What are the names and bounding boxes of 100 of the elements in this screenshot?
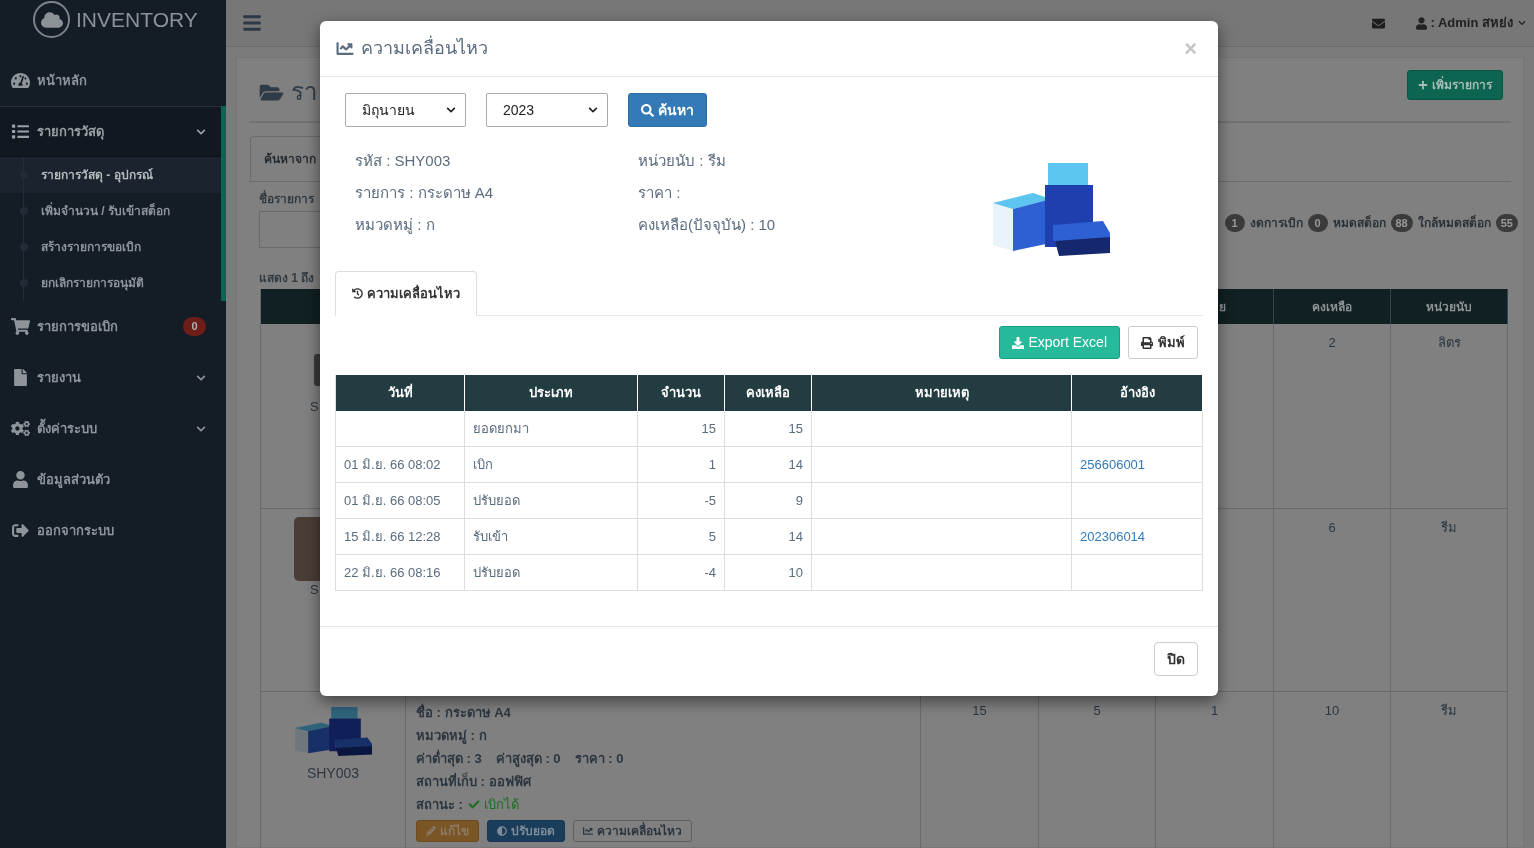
balance-cell: 15 [725,411,812,447]
printer-icon [1141,336,1153,349]
item-limit: ค่าสูงสุด : 0 [495,750,561,769]
quantity-cell: -5 [638,483,725,519]
stat-label: หมดสต็อก [1332,214,1386,232]
stat-label: งดการเบิก [1249,215,1303,232]
table-cell: 10 [1274,692,1391,848]
column-header: ประเภท [465,375,638,411]
sign-out-icon [11,522,30,539]
count-badge: 0 [183,317,206,336]
column-header: จำนวน [638,375,725,411]
column-header: วันที่ [336,375,465,411]
column-header: อ้างอิง [1072,375,1203,411]
type-cell: ยอดยกมา [465,411,638,447]
status-label: สถานะ : [416,796,463,814]
history-icon [352,288,363,299]
column-header: คงเหลือ [725,375,812,411]
search-button[interactable]: ค้นหา [628,93,707,127]
showing-text: แสดง 1 ถึง [259,270,315,286]
quantity-cell: -4 [638,555,725,591]
date-cell: 01 มิ.ย. 66 08:05 [336,483,465,519]
print-button[interactable]: พิมพ์ [1128,326,1198,359]
column-header: ย [1219,298,1226,316]
count-badge: 0 [1307,214,1328,232]
table-cell: รีม [1391,509,1508,692]
reference-link[interactable]: 202306014 [1080,526,1146,547]
chevron-icon [196,423,206,434]
info-text: ราคา : [638,183,681,203]
field-label: ชื่อรายการ [259,189,316,208]
gears-icon [11,420,30,437]
submenu-item[interactable]: เพิ่มจำนวน / รับเข้าสต็อก [0,193,221,229]
menu-item[interactable]: รายการวัสดุ [0,106,221,157]
date-cell: 22 มิ.ย. 66 08:16 [336,555,465,591]
menu-item[interactable]: ออกจากระบบ [0,505,226,556]
submenu-item[interactable]: ยกเลิกรายการอนุมัติ [0,265,221,301]
quantity-cell: 1 [638,447,725,483]
cloud-logo-icon [33,1,70,38]
column-header: หน่วยนับ [1426,298,1472,316]
table-cell: 6 [1274,509,1391,692]
item-category: หมวดหมู่ : ก [416,727,487,746]
type-cell: รับเข้า [465,519,638,555]
page-title: รา [291,78,317,106]
balance-cell: 9 [725,483,812,519]
item-code: S [310,399,319,415]
user-icon [11,471,30,488]
chevron-icon [196,126,206,137]
row-action-button[interactable]: ปรับยอด [487,820,565,842]
item-limit: ราคา : 0 [574,750,624,768]
submenu-item[interactable]: สร้างรายการขอเบิก [0,229,221,265]
add-button[interactable]: เพิ่มรายการ [1407,70,1503,100]
month-select[interactable]: มิถุนายน [345,93,466,127]
search-icon [641,103,654,117]
list-icon [11,123,30,140]
item-limit: ค่าต่ำสุด : 3 [416,748,482,769]
type-cell: ปรับยอด [465,483,638,519]
chevron-icon [446,105,456,115]
table-cell: ลิตร [1391,324,1508,509]
info-text: หมวดหมู่ : ก [355,215,435,236]
balance-cell: 14 [725,447,812,483]
type-cell: ปรับยอด [465,555,638,591]
reference-link[interactable]: 256606001 [1080,454,1146,475]
plus-icon [1418,80,1428,90]
year-select[interactable]: 2023 [486,93,608,127]
menu-item[interactable]: ตั้งค่าระบบ [0,403,226,454]
quantity-cell: 15 [638,411,725,447]
status-value: เบิกได้ [483,796,519,814]
item-code: S [310,582,319,598]
info-text: รหัส : SHY003 [355,151,451,171]
pencil-icon [426,826,436,836]
info-text: รายการ : กระดาษ A4 [355,183,494,203]
tab[interactable]: ความเคลื่อนไหว [335,271,477,316]
download-icon [1012,336,1025,349]
column-header: คงเหลือ [1312,298,1352,316]
menu-icon[interactable] [241,13,263,33]
menu-item[interactable]: รายงาน [0,352,226,403]
row-action-button[interactable]: ความเคลื่อนไหว [573,820,692,842]
text-input[interactable] [259,211,320,248]
file-icon [11,369,30,386]
column-header: หมายเหตุ [812,375,1072,411]
quantity-cell: 5 [638,519,725,555]
type-cell: เบิก [465,447,638,483]
user-menu[interactable]: : Admin สหย่ง [1416,13,1526,33]
balance-cell: 14 [725,519,812,555]
table-cell: รีม [1391,692,1508,848]
count-badge: 55 [1495,214,1518,232]
submenu-item[interactable]: รายการวัสดุ - อุปกรณ์ [0,157,221,193]
menu-item[interactable]: ข้อมูลส่วนตัว [0,454,226,505]
user-icon [1416,16,1428,30]
info-text: หน่วยนับ : รีม [638,151,726,171]
chevron-icon [196,372,206,383]
item-name: ชื่อ : กระดาษ A4 [416,702,511,722]
menu-item[interactable]: หน้าหลัก [0,55,226,106]
dialog-title: ความเคลื่อนไหว [361,35,488,62]
chevron-icon [588,105,598,115]
mail-icon[interactable] [1371,16,1387,30]
photo-placeholder [294,517,321,581]
menu-item[interactable]: รายการขอเบิก 0 [0,301,226,352]
dashboard-icon [11,72,30,89]
stat-label: ใกล้หมดสต็อก [1417,214,1491,232]
dialog-close-button[interactable]: ปิด [1154,642,1198,676]
